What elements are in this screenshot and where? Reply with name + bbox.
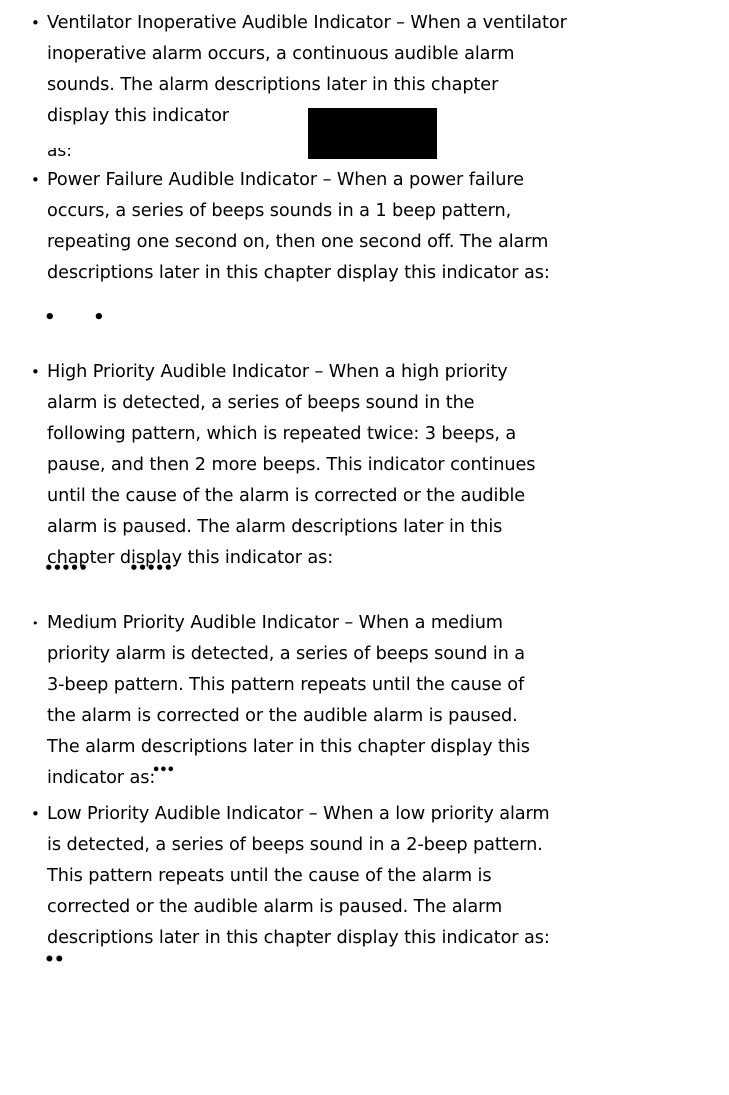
bullet: •	[31, 363, 40, 381]
item-text: Low Priority Audible Indicator – When a …	[47, 804, 550, 948]
bullet: •	[31, 805, 40, 823]
item-text: Power Failure Audible Indicator – When a…	[47, 170, 550, 283]
bullet: •	[32, 617, 39, 630]
power-failure-indicator: • •	[44, 307, 105, 328]
item-text: Medium Priority Audible Indicator – When…	[47, 613, 530, 788]
bullet: •	[31, 171, 40, 189]
medium-priority-indicator: •••	[152, 763, 175, 778]
clipped-text: as:	[47, 148, 73, 159]
bullet: •	[31, 14, 40, 32]
redacted-indicator-block	[308, 108, 437, 159]
high-priority-indicator: ••••• •••••	[44, 559, 173, 577]
document-page: • Ventilator Inoperative Audible Indicat…	[0, 0, 729, 1095]
item-text: High Priority Audible Indicator – When a…	[47, 362, 536, 568]
low-priority-indicator: ••	[44, 950, 65, 970]
